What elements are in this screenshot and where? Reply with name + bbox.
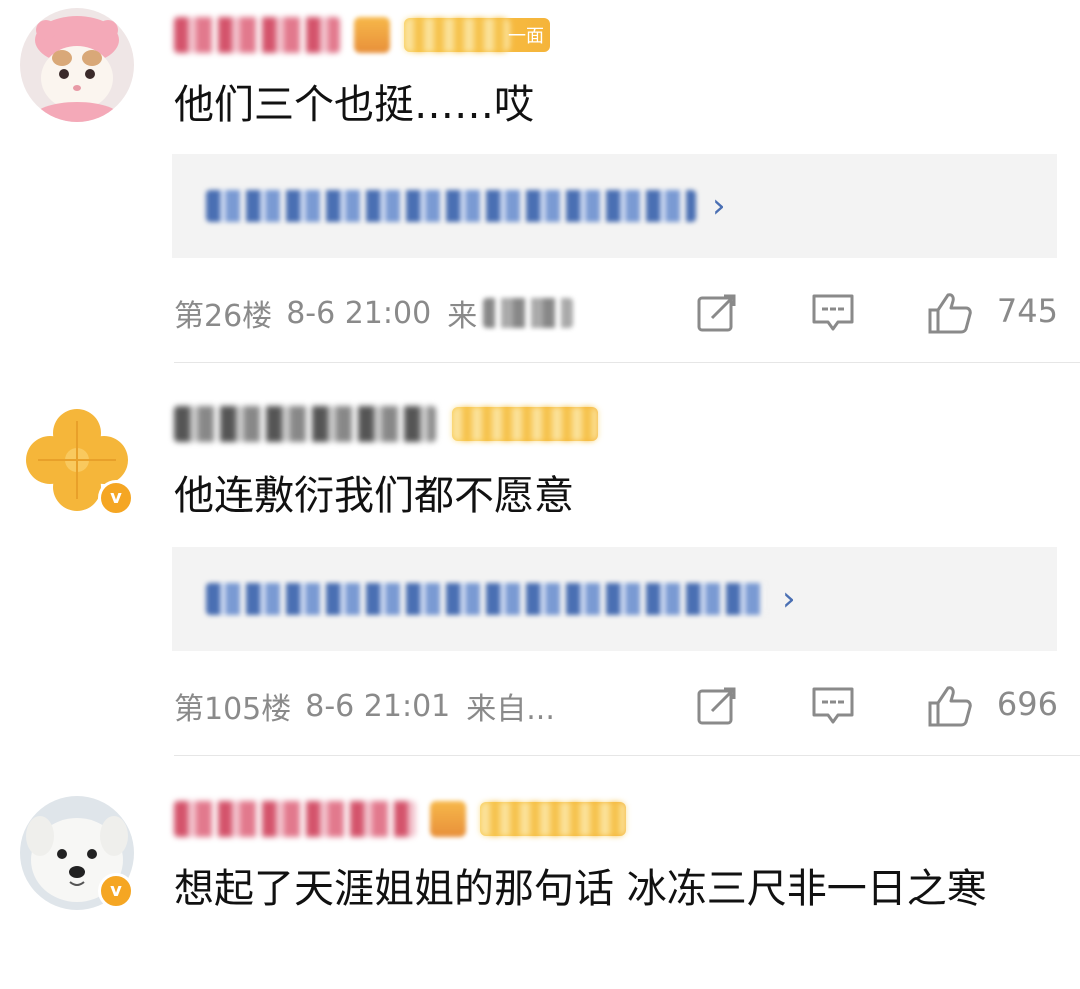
comment-meta: 第105楼 8-6 21:01 来自... 696 bbox=[174, 681, 1058, 731]
member-badge[interactable] bbox=[452, 407, 598, 441]
source-label: 来 bbox=[447, 299, 478, 334]
reply-summary-blurred[interactable] bbox=[206, 583, 766, 615]
comment-item: 一面 他们三个也挺……哎 › 第26楼 8-6 21:00 来 745 bbox=[0, 0, 1080, 362]
cat-avatar-icon bbox=[20, 8, 134, 122]
username-row bbox=[174, 796, 626, 842]
member-badge[interactable]: 一面 bbox=[404, 18, 550, 52]
username-blurred[interactable] bbox=[174, 801, 416, 837]
username-row bbox=[174, 401, 598, 447]
comment-text: 想起了天涯姐姐的那句话 冰冻三尺非一日之寒 bbox=[174, 866, 987, 912]
comment-text: 他们三个也挺……哎 bbox=[174, 82, 534, 128]
floor-number: 第105楼 bbox=[174, 692, 292, 727]
source-label: 来自... bbox=[466, 692, 555, 727]
member-badge[interactable] bbox=[480, 802, 626, 836]
source-blurred bbox=[483, 298, 574, 328]
reply-summary-box[interactable]: › bbox=[172, 547, 1057, 651]
username-blurred[interactable] bbox=[174, 17, 340, 53]
timestamp: 8-6 21:00 bbox=[286, 295, 432, 331]
comment-item: v 想起了天涯姐姐的那句话 冰冻三尺非一日之寒 bbox=[0, 756, 1080, 989]
verified-badge-icon: v bbox=[98, 873, 134, 909]
crown-icon bbox=[354, 17, 390, 53]
chevron-right-icon: › bbox=[782, 579, 796, 619]
comment-text: 他连敷衍我们都不愿意 bbox=[174, 473, 574, 519]
repost-icon[interactable] bbox=[694, 292, 740, 334]
like-count: 745 bbox=[996, 292, 1058, 330]
thumbs-up-icon[interactable] bbox=[926, 685, 972, 727]
reply-summary-box[interactable]: › bbox=[172, 154, 1057, 258]
like-count: 696 bbox=[996, 685, 1058, 723]
comment-meta: 第26楼 8-6 21:00 来 745 bbox=[174, 288, 1058, 338]
chevron-right-icon: › bbox=[712, 186, 726, 226]
reply-summary-blurred[interactable] bbox=[206, 190, 696, 222]
floor-number: 第26楼 bbox=[174, 299, 273, 334]
member-tag-text: 一面 bbox=[508, 26, 544, 47]
user-avatar[interactable] bbox=[20, 8, 134, 122]
username-row: 一面 bbox=[174, 12, 550, 58]
comment-icon[interactable] bbox=[810, 292, 856, 334]
thumbs-up-icon[interactable] bbox=[926, 292, 972, 334]
comment-item: v 他连敷衍我们都不愿意 › 第105楼 8-6 21:01 来自... 696 bbox=[0, 363, 1080, 755]
timestamp: 8-6 21:01 bbox=[305, 688, 451, 724]
verified-badge-icon: v bbox=[98, 480, 134, 516]
comment-icon[interactable] bbox=[810, 685, 856, 727]
repost-icon[interactable] bbox=[694, 685, 740, 727]
username-blurred[interactable] bbox=[174, 406, 436, 442]
crown-icon bbox=[430, 801, 466, 837]
